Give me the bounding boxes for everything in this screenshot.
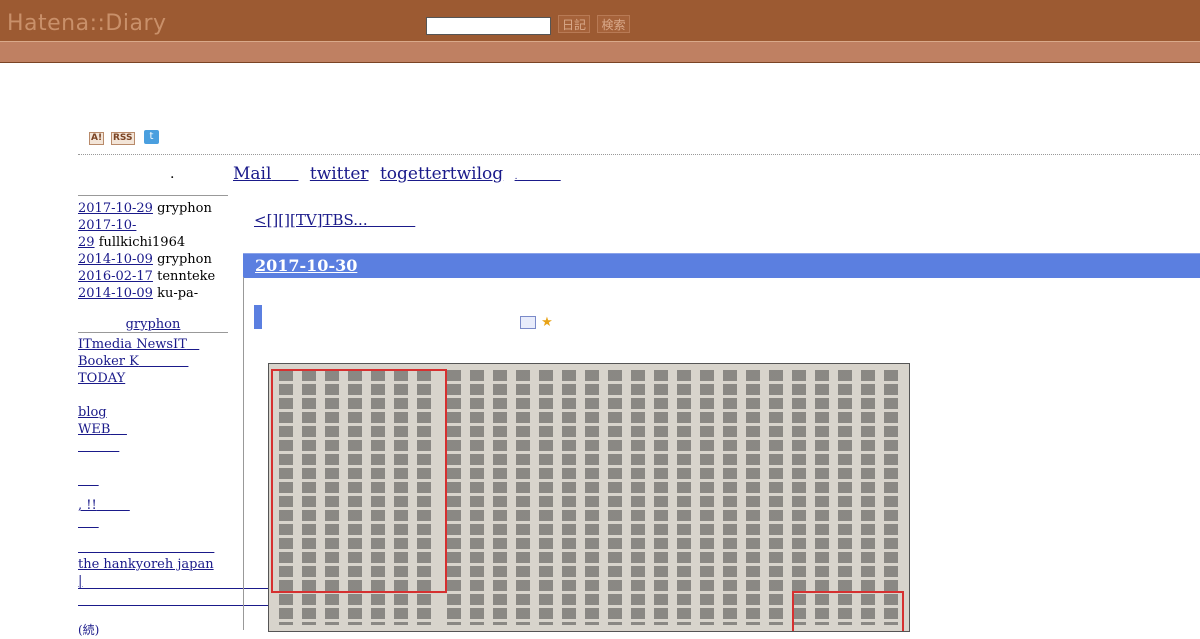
sidebar-link[interactable]: WEB: [78, 422, 110, 437]
comment-date-link[interactable]: 2017-10-29: [78, 201, 153, 216]
text-column: [861, 370, 875, 625]
sidebar-link-pipe[interactable]: |: [78, 574, 82, 589]
rss-icon[interactable]: RSS: [111, 132, 135, 145]
sidebar-link[interactable]: Booker K: [78, 354, 139, 369]
sidebar-link[interactable]: TODAY: [78, 371, 125, 386]
twitter-icon[interactable]: t: [144, 130, 159, 144]
text-column: [700, 370, 714, 625]
sidebar-link-tail[interactable]: [187, 337, 199, 352]
content-left-border: [243, 277, 244, 630]
comment-user: tennteke: [157, 269, 216, 284]
sidebar-link[interactable]: [78, 473, 99, 488]
togetter-link[interactable]: togettertwilog: [380, 164, 503, 184]
comment-user: gryphon: [157, 252, 212, 267]
highlight-box: [271, 369, 447, 593]
recent-comments: 2017-10-29 gryphon 2017-10- 29 fullkichi…: [78, 200, 228, 302]
text-column: [815, 370, 829, 625]
day-header: 2017-10-30: [243, 253, 1200, 278]
text-column: [723, 370, 737, 625]
sidebar-rule-top: [78, 195, 228, 196]
comment-date-link[interactable]: 2016-02-17: [78, 269, 153, 284]
comment-user: fullkichi1964: [98, 235, 186, 250]
text-column: [746, 370, 760, 625]
header-subbar: [0, 41, 1200, 63]
comment-item: 29 fullkichi1964: [78, 234, 228, 251]
text-column: [608, 370, 622, 625]
star-icon[interactable]: ★: [541, 315, 553, 330]
search-button[interactable]: 検索: [597, 15, 630, 33]
sidebar-link-tail[interactable]: [97, 498, 130, 513]
comment-date-link[interactable]: 2014-10-09: [78, 286, 153, 301]
twitter-link[interactable]: twitter: [310, 164, 369, 184]
bookmark-icon[interactable]: [520, 316, 536, 329]
profile-section: gryphon: [78, 316, 228, 333]
antenna-icon[interactable]: A!: [89, 132, 105, 145]
text-column: [447, 370, 461, 625]
comment-date-link[interactable]: 2017-10-: [78, 218, 136, 233]
text-column: [769, 370, 783, 625]
profile-link[interactable]: gryphon: [126, 317, 181, 332]
text-column: [884, 370, 898, 625]
sidebar-link-tail[interactable]: [110, 422, 127, 437]
header-search-input[interactable]: [426, 17, 551, 35]
text-column: [470, 370, 484, 625]
sidebar-link[interactable]: [78, 540, 214, 555]
hankyoreh-link[interactable]: the hankyoreh japan: [78, 557, 214, 572]
mail-link[interactable]: Mail: [233, 164, 298, 184]
entry-navigation: <[][][TV]TBS...: [254, 211, 415, 229]
header-divider: [78, 154, 1200, 155]
sidebar-link[interactable]: blog: [78, 405, 107, 420]
mail-link-label: Mail: [233, 164, 272, 184]
sidebar-link[interactable]: [78, 515, 99, 530]
text-column: [838, 370, 852, 625]
text-column: [654, 370, 668, 625]
comment-user: gryphon: [157, 201, 212, 216]
nav-sep: .: [514, 172, 518, 182]
sidebar-link-tail[interactable]: [139, 354, 189, 369]
diary-button[interactable]: 日記: [558, 15, 590, 33]
hatena-diary-logo[interactable]: Hatena::Diary: [7, 11, 167, 36]
entry-tools: ★: [520, 312, 553, 331]
comment-item: 2014-10-09 gryphon: [78, 251, 228, 268]
top-navigation: Mail twitter togettertwilog .: [233, 164, 567, 184]
text-column: [516, 370, 530, 625]
text-column: [539, 370, 553, 625]
comment-user: ku-pa-: [157, 286, 199, 301]
sidebar-rule-profile: [78, 332, 228, 333]
text-column: [792, 370, 806, 625]
hatena-header: Hatena::Diary 日記 検索: [0, 0, 1200, 41]
sidebar-more[interactable]: (続): [78, 622, 228, 639]
section-marker: [254, 305, 262, 329]
sidebar-title-dot: .: [170, 166, 175, 182]
prev-entry-label: <[][][TV]TBS...: [254, 211, 368, 229]
scanned-article-image: [268, 363, 910, 632]
comment-item: 2017-10-29 gryphon: [78, 200, 228, 217]
comment-date-link[interactable]: 2014-10-09: [78, 252, 153, 267]
comment-date-link[interactable]: 29: [78, 235, 95, 250]
text-column: [493, 370, 507, 625]
comment-item: 2017-10-: [78, 217, 228, 234]
text-column: [677, 370, 691, 625]
text-column: [631, 370, 645, 625]
day-date-link[interactable]: 2017-10-30: [255, 256, 357, 275]
sidebar-link[interactable]: [78, 439, 119, 454]
highlight-box: [792, 591, 904, 631]
nav-extra-link[interactable]: .: [515, 164, 561, 184]
comment-item: 2016-02-17 tennteke: [78, 268, 228, 285]
text-column: [585, 370, 599, 625]
sidebar-links: ITmedia NewsIT Booker K TODAY blog WEB ,…: [78, 336, 228, 590]
sidebar-link[interactable]: ITmedia NewsIT: [78, 337, 187, 352]
text-column: [562, 370, 576, 625]
prev-entry-link[interactable]: <[][][TV]TBS...: [254, 211, 415, 229]
sidebar-link-bang[interactable]: , !!: [78, 498, 97, 513]
comment-item: 2014-10-09 ku-pa-: [78, 285, 228, 302]
